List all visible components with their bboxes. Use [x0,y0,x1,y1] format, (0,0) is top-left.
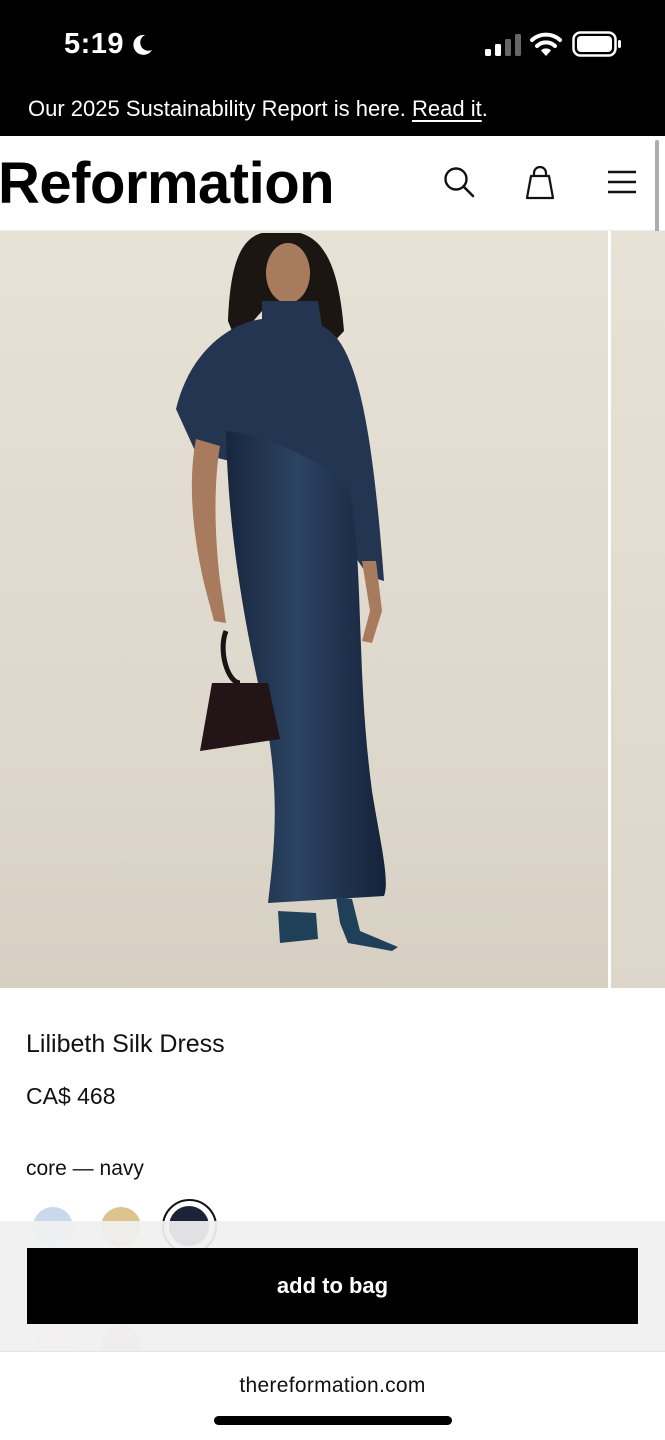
wifi-icon [530,32,562,56]
read-report-link[interactable]: Read it [412,96,482,121]
home-indicator[interactable] [214,1416,452,1425]
search-icon[interactable] [441,164,477,200]
selected-color-label: core — navy [26,1157,144,1180]
brand-logo[interactable]: Reformation [0,150,335,217]
browser-address-bar[interactable]: thereformation.com [0,1351,665,1440]
url-text[interactable]: thereformation.com [0,1374,665,1398]
announcement-text: Our 2025 Sustainability Report is here. … [28,96,488,121]
product-image-carousel[interactable] [0,231,665,988]
status-bar: 5:19 [0,0,665,86]
product-price: CA$ 468 [26,1083,116,1109]
status-time: 5:19 [64,28,125,60]
site-header: Reformation [0,136,665,231]
product-title: Lilibeth Silk Dress [26,1030,225,1058]
hamburger-menu-icon[interactable] [604,164,640,200]
announcement-bar: Our 2025 Sustainability Report is here. … [0,86,665,136]
add-to-bag-button[interactable]: add to bag [27,1248,638,1324]
shopping-bag-icon[interactable] [522,164,558,200]
product-photo [0,231,608,988]
next-product-photo-peek[interactable] [611,231,665,988]
battery-icon [572,31,621,57]
cellular-signal-icon [485,34,521,56]
moon-icon [133,34,152,55]
